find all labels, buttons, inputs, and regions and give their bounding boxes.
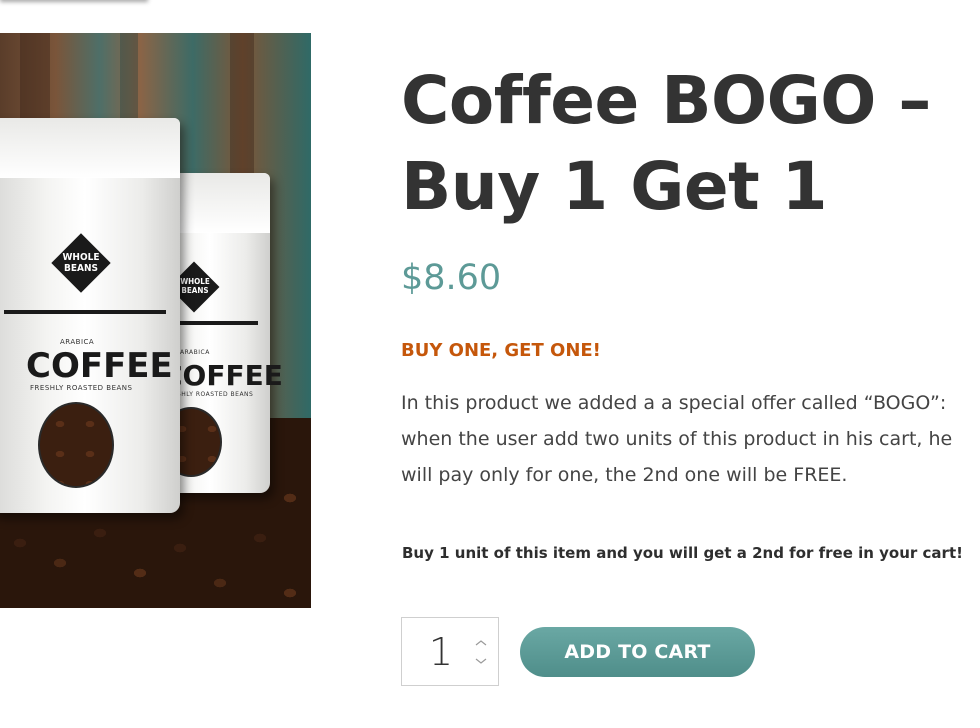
bag-variety-back: ARABICA bbox=[180, 349, 210, 356]
product-price: $8.60 bbox=[401, 258, 502, 298]
bag-seal bbox=[0, 118, 180, 178]
bag-rule bbox=[4, 310, 166, 314]
product-page: WHOLE BEANS ARABICA COFFEE FRESHLY ROAST… bbox=[0, 0, 980, 728]
bag-window-front bbox=[38, 402, 114, 488]
bag-rule bbox=[178, 321, 258, 325]
product-image[interactable]: WHOLE BEANS ARABICA COFFEE FRESHLY ROAST… bbox=[0, 33, 311, 608]
coffee-bag-front: WHOLE BEANS ARABICA COFFEE FRESHLY ROAST… bbox=[0, 118, 180, 513]
quantity-stepper[interactable]: 1 bbox=[401, 617, 499, 686]
bogo-note: Buy 1 unit of this item and you will get… bbox=[402, 544, 963, 562]
bag-name-back: COFFEE bbox=[162, 359, 283, 392]
bag-tagline-front: FRESHLY ROASTED BEANS bbox=[30, 384, 133, 392]
chevron-down-icon[interactable] bbox=[474, 656, 488, 666]
bag-brand-back: WHOLE BEANS bbox=[180, 277, 210, 295]
quantity-input[interactable]: 1 bbox=[402, 618, 480, 687]
bag-brand-front: WHOLE BEANS bbox=[62, 252, 100, 274]
product-title: Coffee BOGO – Buy 1 Get 1 bbox=[401, 62, 931, 225]
chevron-up-icon[interactable] bbox=[474, 638, 488, 648]
bag-variety-front: ARABICA bbox=[60, 338, 95, 346]
product-description: In this product we added a a special off… bbox=[401, 392, 953, 486]
bag-name-front: COFFEE bbox=[26, 346, 173, 386]
promo-heading: BUY ONE, GET ONE! bbox=[401, 340, 601, 361]
add-to-cart-button[interactable]: ADD TO CART bbox=[520, 627, 755, 677]
